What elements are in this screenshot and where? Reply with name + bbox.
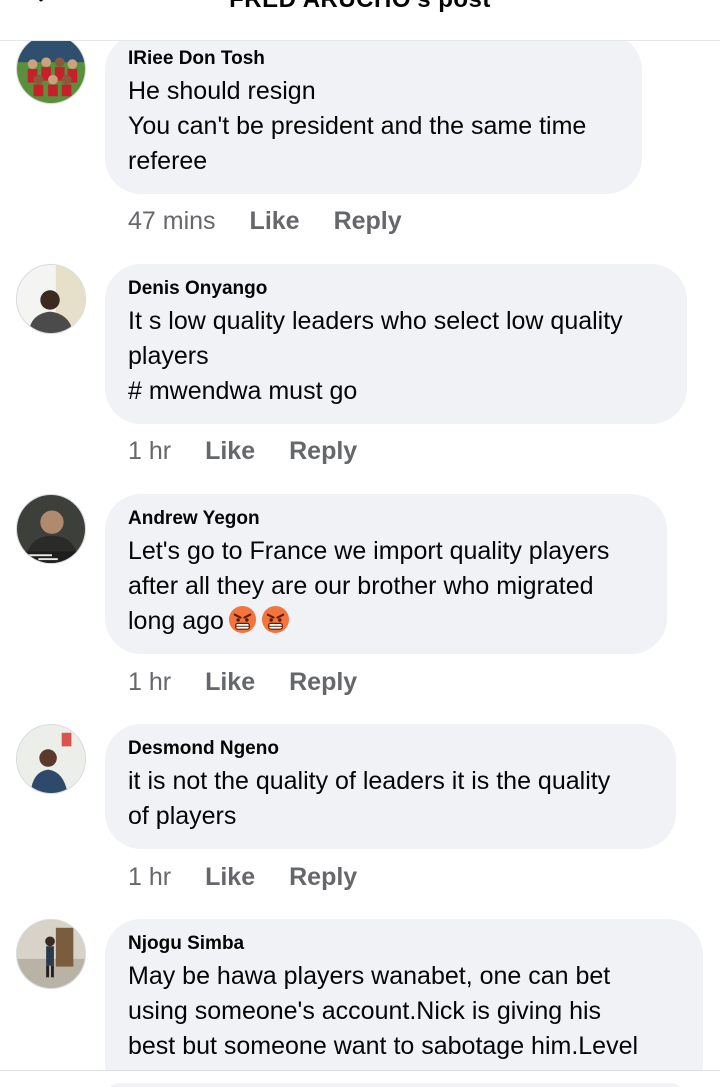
avatar[interactable]: [16, 494, 86, 564]
comment-actions: 47 mins Like Reply: [128, 207, 402, 236]
like-button[interactable]: Like: [205, 863, 255, 892]
comment-text: He should resign You can't be president …: [128, 77, 587, 175]
comment-text-body: Let's go to France we import quality pla…: [128, 537, 610, 635]
top-bar: FRED ARUCHO's post: [0, 0, 720, 41]
like-button[interactable]: Like: [205, 437, 255, 466]
comment-bubble[interactable]: Njogu Simba May be hawa players wanabet,…: [105, 919, 703, 1087]
avatar[interactable]: [16, 919, 86, 989]
comment-actions: 1 hr Like Reply: [128, 863, 357, 892]
comment-timestamp: 1 hr: [128, 437, 172, 465]
comment-author[interactable]: Andrew Yegon: [128, 508, 643, 530]
comment-actions: 1 hr Like Reply: [128, 668, 357, 697]
comment-input[interactable]: [105, 1083, 685, 1087]
post-comments-screen: FRED ARUCHO's post IRiee Don Tosh He sho…: [0, 0, 720, 1087]
comment-timestamp: 1 hr: [128, 863, 172, 891]
comment-composer-bar: [0, 1070, 720, 1087]
comment-text: Let's go to France we import quality pla…: [128, 534, 643, 639]
comment-author[interactable]: Njogu Simba: [128, 933, 679, 955]
reply-button[interactable]: Reply: [289, 668, 357, 697]
post-title: FRED ARUCHO's post: [0, 0, 720, 14]
comment-author[interactable]: Denis Onyango: [128, 278, 663, 300]
comment-timestamp: 1 hr: [128, 668, 172, 696]
reply-button[interactable]: Reply: [334, 207, 402, 236]
comment-bubble[interactable]: IRiee Don Tosh He should resign You can'…: [105, 34, 642, 194]
comment-actions: 1 hr Like Reply: [128, 437, 357, 466]
comment-timestamp: 47 mins: [128, 207, 216, 235]
like-button[interactable]: Like: [205, 668, 255, 697]
comment-bubble[interactable]: Denis Onyango It s low quality leaders w…: [105, 264, 687, 424]
comment-text: May be hawa players wanabet, one can bet…: [128, 962, 639, 1060]
avatar[interactable]: [16, 724, 86, 794]
comment-text: It s low quality leaders who select low …: [128, 307, 623, 405]
angry-face-icon: [228, 605, 256, 634]
comment-bubble[interactable]: Andrew Yegon Let's go to France we impor…: [105, 494, 667, 654]
reply-button[interactable]: Reply: [289, 437, 357, 466]
avatar[interactable]: [16, 34, 86, 104]
like-button[interactable]: Like: [250, 207, 300, 236]
comment-author[interactable]: IRiee Don Tosh: [128, 48, 618, 70]
reply-button[interactable]: Reply: [289, 863, 357, 892]
comment-bubble[interactable]: Desmond Ngeno it is not the quality of l…: [105, 724, 676, 849]
comment-text: it is not the quality of leaders it is t…: [128, 767, 611, 830]
comment-author[interactable]: Desmond Ngeno: [128, 738, 652, 760]
angry-face-icon: [261, 605, 289, 634]
avatar[interactable]: [16, 264, 86, 334]
